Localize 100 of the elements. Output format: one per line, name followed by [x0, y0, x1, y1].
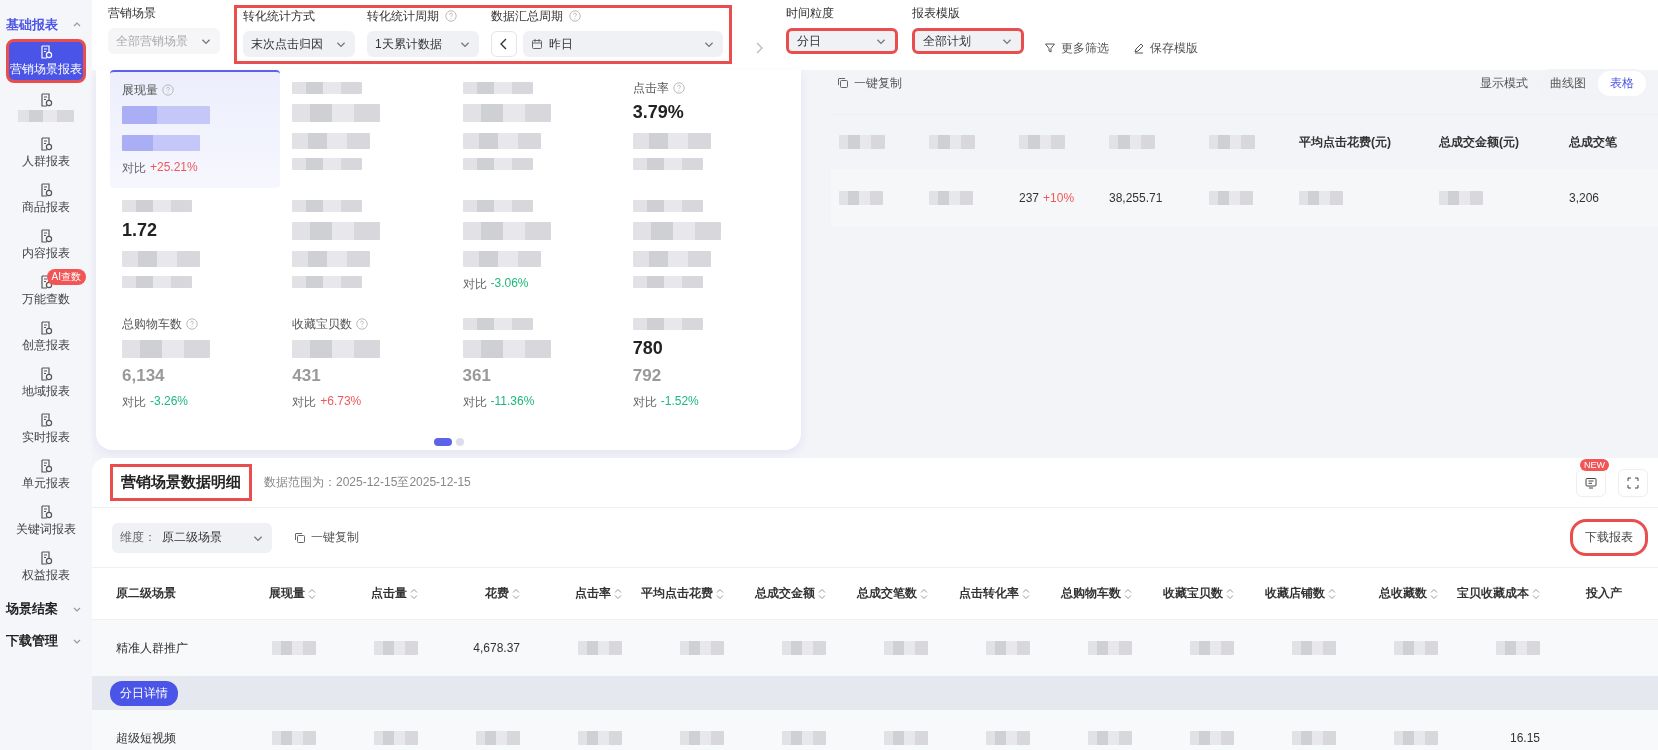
sort-icon[interactable]: [920, 587, 928, 600]
daily-detail-button[interactable]: 分日详情: [110, 680, 178, 706]
blurred-area: [1496, 641, 1540, 655]
sidebar-item[interactable]: 实时报表: [6, 407, 86, 451]
table-cell: 16.15: [1509, 731, 1540, 745]
blurred-area: [374, 731, 418, 745]
select-field[interactable]: 分日: [786, 28, 898, 54]
column-header: 点击率: [575, 585, 611, 602]
compare-label: 对比: [462, 276, 487, 293]
blurred-area: [839, 135, 885, 149]
select-field[interactable]: 1天累计数据: [367, 31, 479, 57]
message-icon: [1584, 475, 1598, 490]
metric-card[interactable]: 361 对比 -11.36%: [450, 306, 621, 424]
blurred-area: [1292, 731, 1336, 745]
sidebar-item[interactable]: 内容报表: [6, 223, 86, 267]
blurred-area: [1109, 135, 1155, 149]
metric-card[interactable]: 对比 -3.06%: [450, 188, 621, 306]
sort-icon[interactable]: [1124, 587, 1132, 600]
report-icon: [39, 367, 53, 381]
filter-link[interactable]: 保存模版: [1127, 35, 1204, 61]
copy-button[interactable]: 一键复制: [288, 528, 365, 547]
sort-icon[interactable]: [308, 587, 316, 600]
sidebar-item[interactable]: AI查数 万能查数: [6, 269, 86, 313]
sort-icon[interactable]: [614, 587, 622, 600]
sidebar-item[interactable]: 营销场景报表: [6, 39, 86, 83]
metric-card[interactable]: 总购物车数 6,134 对比 -3.26%: [110, 306, 281, 424]
table-cell: 38,255.71: [1109, 191, 1163, 205]
column-header: 总成交金额(元): [1439, 133, 1519, 151]
sidebar-item[interactable]: 地域报表: [6, 361, 86, 405]
column-header: 收藏宝贝数: [1163, 585, 1223, 602]
sidebar-item[interactable]: 权益报表: [6, 545, 86, 589]
column-header: 投入产: [1586, 585, 1622, 602]
metric-label: 收藏宝贝数: [292, 315, 353, 333]
calendar-icon: [531, 38, 543, 50]
compare-label: 对比: [462, 394, 487, 411]
date-range: 数据范围为：2025-12-15至2025-12-15: [264, 474, 471, 491]
filter-label: 数据汇总周期: [491, 7, 563, 25]
sort-icon[interactable]: [716, 587, 724, 600]
metric-card[interactable]: 收藏宝贝数 431 对比 +6.73%: [280, 306, 451, 424]
fullscreen-button[interactable]: [1618, 468, 1648, 497]
blurred-area: [18, 109, 74, 122]
blurred-area: [632, 200, 703, 212]
blurred-area: [578, 641, 622, 655]
sort-icon[interactable]: [1430, 587, 1438, 600]
previous-value: 431: [292, 366, 321, 387]
dimension-select[interactable]: 维度： 原二级场景: [112, 522, 272, 553]
mode-label: 显示模式: [1480, 74, 1528, 92]
sidebar-group[interactable]: 场景结案: [0, 590, 92, 622]
sidebar-group[interactable]: 基础报表: [0, 6, 92, 38]
report-icon: [39, 413, 53, 427]
sidebar-item[interactable]: 商品报表: [6, 177, 86, 221]
change-value: +6.73%: [320, 394, 362, 410]
sidebar-item[interactable]: 单元报表: [6, 453, 86, 497]
download-button[interactable]: 下载报表: [1570, 519, 1648, 556]
view-tab[interactable]: 表格: [1598, 70, 1646, 96]
change-value: -11.36%: [490, 394, 535, 410]
select-field[interactable]: 全部计划: [912, 28, 1024, 54]
column-header: 收藏店铺数: [1265, 585, 1325, 602]
blurred-area: [1190, 641, 1234, 655]
change-value: -1.52%: [660, 394, 699, 410]
sort-icon[interactable]: [1328, 587, 1336, 600]
sidebar-item[interactable]: 创意报表: [6, 315, 86, 359]
copy-button[interactable]: 一键复制: [831, 73, 908, 93]
metric-card[interactable]: 点击率 3.79%: [620, 70, 791, 188]
metric-card[interactable]: 780 792 对比 -1.52%: [620, 306, 791, 424]
table-cell: 4,678.37: [473, 641, 520, 655]
copy-icon: [294, 531, 306, 544]
blurred-area: [884, 641, 928, 655]
sort-icon[interactable]: [1022, 587, 1030, 600]
section-title: 营销场景数据明细: [110, 464, 252, 501]
pager-dot[interactable]: [455, 438, 464, 446]
change-value: -3.26%: [150, 394, 189, 410]
filter-link[interactable]: 更多筛选: [1038, 35, 1115, 61]
blurred-area: [986, 731, 1030, 745]
table-cell: 超级短视频: [116, 729, 176, 747]
blurred-area: [462, 158, 533, 170]
blurred-area: [1292, 641, 1336, 655]
sidebar-item[interactable]: 人群报表: [6, 131, 86, 175]
sort-icon[interactable]: [1532, 587, 1540, 600]
table-cell: 237: [1019, 191, 1040, 205]
sidebar-group[interactable]: 下载管理: [0, 622, 92, 654]
view-tab[interactable]: 曲线图: [1538, 70, 1598, 96]
sort-icon[interactable]: [512, 587, 520, 600]
metric-card[interactable]: 展现量 对比 +25.21%: [110, 70, 281, 188]
previous-button[interactable]: [491, 31, 517, 57]
blurred-area: [782, 641, 826, 655]
sidebar-item[interactable]: 关键词报表: [6, 499, 86, 543]
select-field[interactable]: 末次点击归因: [243, 31, 355, 57]
report-icon: [39, 45, 53, 59]
sort-icon[interactable]: [1226, 587, 1234, 600]
compare-label: 对比: [292, 394, 317, 411]
fullscreen-icon: [1627, 476, 1639, 489]
date-field[interactable]: 昨日: [523, 31, 723, 57]
sort-icon[interactable]: [818, 587, 826, 600]
blurred-area: [986, 641, 1030, 655]
sort-icon[interactable]: [410, 587, 418, 600]
previous-value: 6,134: [122, 366, 165, 387]
metric-card[interactable]: 1.72: [110, 188, 281, 306]
blurred-area: [884, 731, 928, 745]
report-icon: [39, 505, 53, 519]
